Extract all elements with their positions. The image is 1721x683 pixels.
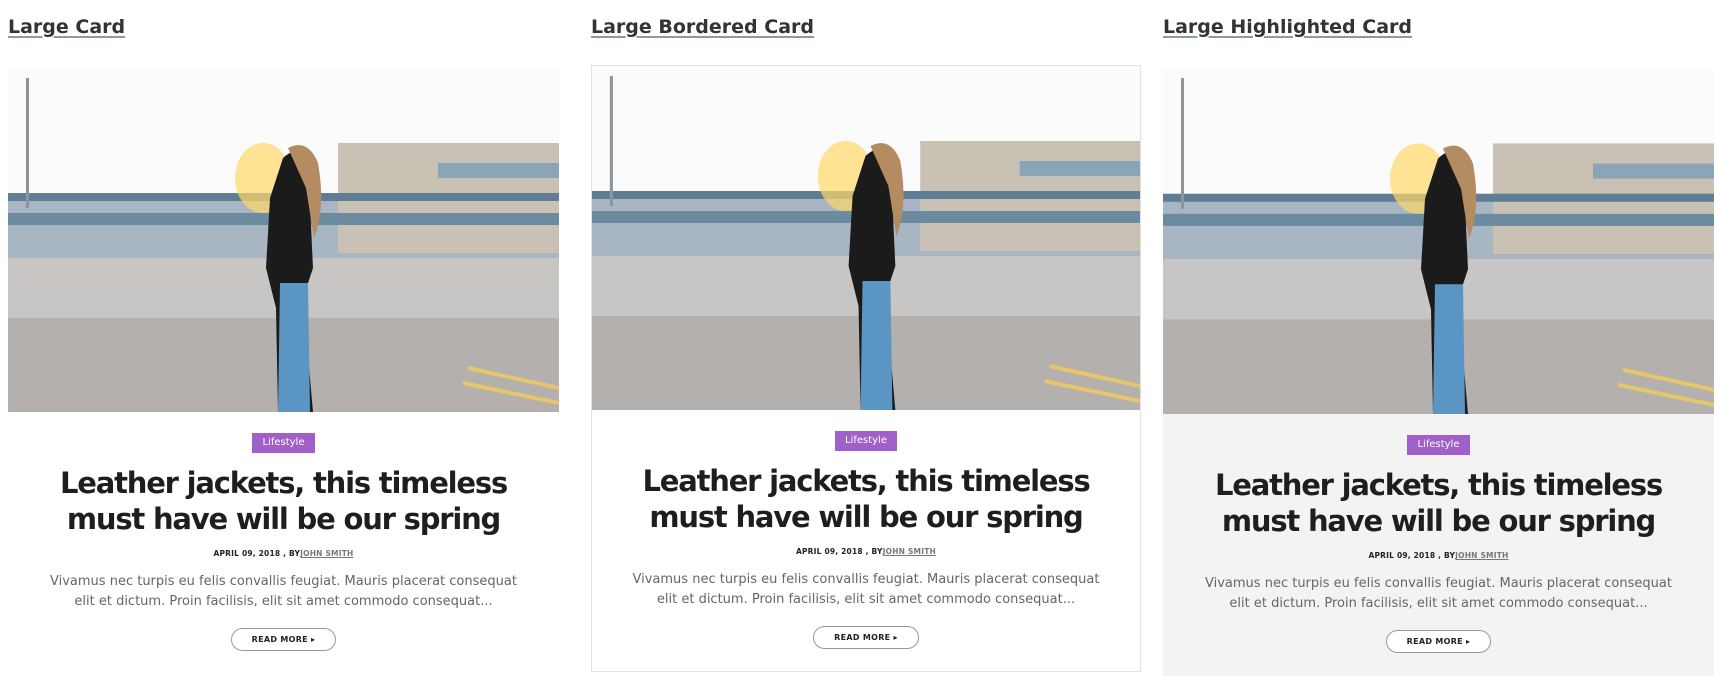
section-title-large-bordered-card[interactable]: Large Bordered Card [591,16,814,38]
card-headline[interactable]: Leather jackets, this timeless must have… [610,463,1122,535]
section-title-large-card[interactable]: Large Card [8,16,125,38]
category-badge[interactable]: Lifestyle [252,433,315,453]
author-link[interactable]: JOHN SMITH [300,549,353,558]
card-headline[interactable]: Leather jackets, this timeless must have… [26,465,541,537]
caret-right-icon: ▸ [893,633,898,642]
large-card: Lifestyle Leather jackets, this timeless… [8,68,559,668]
read-more-button[interactable]: READ MORE ▸ [230,628,337,651]
read-more-label: READ MORE [834,633,891,642]
large-highlighted-card: Lifestyle Leather jackets, this timeless… [1163,68,1714,676]
card-image[interactable] [592,66,1140,410]
read-more-label: READ MORE [1406,637,1463,646]
caret-right-icon: ▸ [1466,637,1471,646]
card-headline[interactable]: Leather jackets, this timeless must have… [1181,467,1696,539]
author-link[interactable]: JOHN SMITH [883,547,936,556]
card-excerpt: Vivamus nec turpis eu felis convallis fe… [632,572,1100,607]
card-excerpt: Vivamus nec turpis eu felis convallis fe… [1205,576,1672,611]
post-date: APRIL 09, 2018 , BY [795,547,883,556]
section-title-large-highlighted-card[interactable]: Large Highlighted Card [1163,16,1412,38]
category-badge[interactable]: Lifestyle [1407,435,1470,455]
large-bordered-card: Lifestyle Leather jackets, this timeless… [591,65,1141,672]
card-image[interactable] [8,68,559,412]
card-body: Lifestyle Leather jackets, this timeless… [1163,414,1714,653]
card-body: Lifestyle Leather jackets, this timeless… [8,412,559,651]
card-excerpt: Vivamus nec turpis eu felis convallis fe… [50,574,517,609]
caret-right-icon: ▸ [311,635,316,644]
read-more-label: READ MORE [251,635,308,644]
post-date: APRIL 09, 2018 , BY [1368,551,1456,560]
category-badge[interactable]: Lifestyle [834,431,897,451]
parking-lot-photo [8,68,559,412]
author-link[interactable]: JOHN SMITH [1455,551,1508,560]
card-meta: APRIL 09, 2018 , BYJOHN SMITH [8,549,559,558]
read-more-button[interactable]: READ MORE ▸ [1385,630,1492,653]
parking-lot-photo [592,66,1140,410]
card-image[interactable] [1163,68,1714,414]
parking-lot-photo [1163,68,1714,414]
read-more-button[interactable]: READ MORE ▸ [813,626,919,649]
card-meta: APRIL 09, 2018 , BYJOHN SMITH [592,547,1140,556]
card-body: Lifestyle Leather jackets, this timeless… [592,410,1140,649]
post-date: APRIL 09, 2018 , BY [213,549,301,558]
card-meta: APRIL 09, 2018 , BYJOHN SMITH [1163,551,1714,560]
